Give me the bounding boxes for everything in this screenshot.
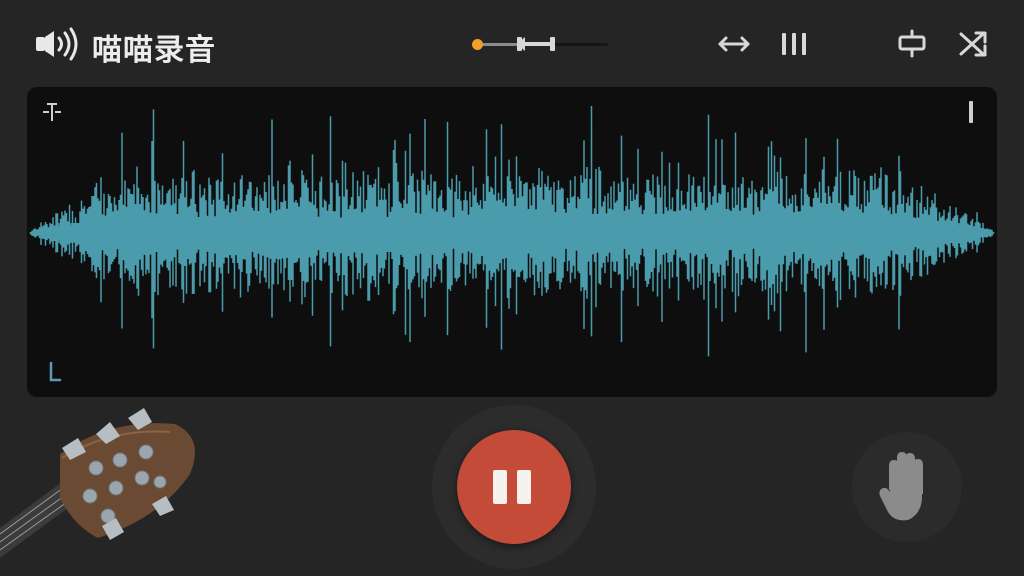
record-pause-button[interactable] (457, 430, 571, 544)
bars-icon[interactable] (776, 26, 812, 62)
down-marker-icon[interactable] (45, 361, 63, 383)
slider-handle-icon[interactable] (515, 32, 557, 56)
app-window: 喵喵录音 (0, 0, 1024, 576)
speaker-volume-icon[interactable] (34, 26, 80, 62)
waveform-panel[interactable] (27, 87, 997, 397)
app-title: 喵喵录音 (92, 33, 216, 68)
pause-icon (493, 470, 507, 504)
waveform-core (57, 223, 967, 243)
guitar-headstock-icon (0, 398, 210, 576)
trim-icon[interactable] (894, 26, 930, 62)
waveform[interactable] (27, 87, 997, 397)
position-slider[interactable] (468, 30, 610, 58)
end-marker-icon[interactable] (969, 101, 973, 123)
shuffle-icon[interactable] (956, 26, 992, 62)
stretch-horizontal-icon[interactable] (716, 26, 752, 62)
pause-icon-bar (517, 470, 531, 504)
hand-button[interactable] (852, 432, 962, 542)
header-bar: 喵喵录音 (0, 0, 1024, 86)
slider-start-dot (472, 39, 483, 50)
start-marker-icon[interactable] (41, 101, 63, 123)
hand-icon (876, 450, 938, 524)
